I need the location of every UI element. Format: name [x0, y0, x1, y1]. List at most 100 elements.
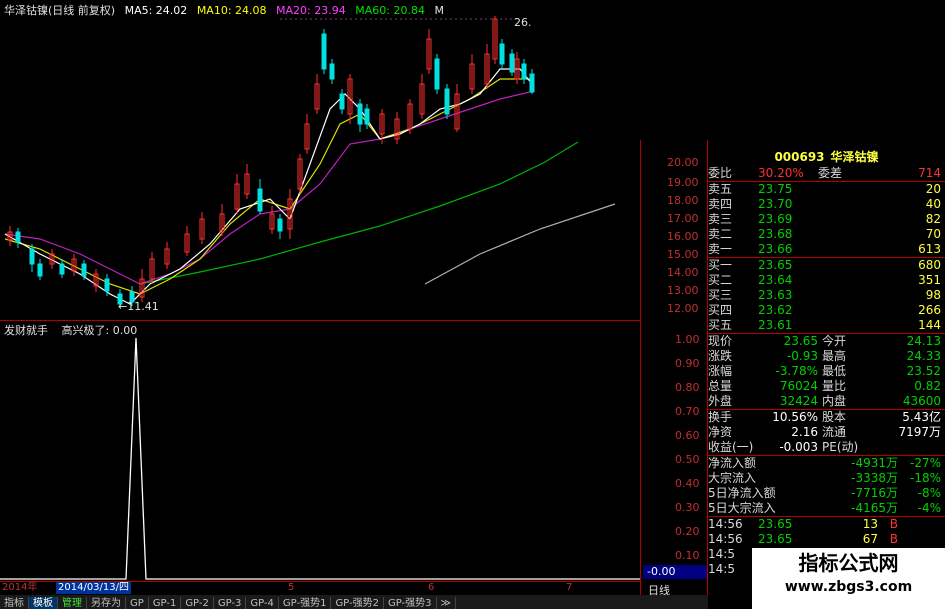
fund-value: 7197万 [898, 425, 941, 439]
bid-row: 买三 23.63 98 [708, 288, 945, 303]
tab-scroll-right[interactable]: ≫ [437, 597, 456, 609]
tick-time: 14:5 [708, 547, 735, 561]
bid-label: 买四 [708, 303, 733, 317]
ask-list: 卖五 23.75 20 卖四 23.70 40 卖三 23.69 82 卖二 23.68 70 卖一 23… [708, 182, 945, 258]
tab-gp-3[interactable]: GP-3 [214, 597, 247, 609]
indicator-tick: 0.30 [675, 501, 700, 514]
fund-value: 2.16 [791, 425, 818, 439]
fund-label: 股本 [822, 410, 847, 424]
ask-label: 卖一 [708, 242, 733, 256]
stat-label: 现价 [708, 334, 733, 348]
tick-time: 14:56 [708, 517, 743, 531]
weibi-value: 30.20% [758, 166, 804, 180]
stat-label: 今开 [822, 334, 847, 348]
fund-label: PE(动) [822, 440, 859, 454]
ask-price: 23.66 [758, 242, 793, 256]
price-tick: 15.00 [667, 248, 699, 261]
bottom-tab-bar: 指标 模板 管理 另存为 GP GP-1 GP-2 GP-3 GP-4 GP-强势1 GP-强势2 G… [0, 595, 708, 609]
weibi-label: 委比 [708, 166, 733, 180]
panel-divider [0, 320, 640, 321]
bid-volume: 98 [925, 288, 941, 302]
flow-value: -7716万 [851, 486, 898, 500]
fund-label: 流通 [822, 425, 847, 439]
ask-volume: 40 [925, 197, 941, 211]
tab-gp-1[interactable]: GP-1 [149, 597, 182, 609]
price-tick: 12.00 [667, 302, 699, 315]
tab-gp-strong-2[interactable]: GP-强势2 [331, 597, 384, 609]
tab-manage[interactable]: 管理 [58, 597, 87, 609]
tab-indicator[interactable]: 指标 [0, 597, 29, 609]
bid-label: 买二 [708, 273, 733, 287]
indicator-tick: 0.40 [675, 477, 700, 490]
axis-border [640, 140, 641, 595]
ask-label: 卖四 [708, 197, 733, 211]
tab-gp[interactable]: GP [126, 597, 149, 609]
fund-value [878, 440, 941, 455]
weibi-row: 委比 30.20% 委差 714 [708, 166, 945, 182]
timeline-date: 2014/03/13/四 [56, 582, 132, 594]
timeline-bar[interactable]: 2014年 2014/03/13/四 5 6 7 [0, 581, 640, 595]
flow-label: 净流入额 [708, 456, 757, 470]
stock-code: 000693 [774, 150, 825, 164]
ask-volume: 70 [925, 227, 941, 241]
bid-label: 买五 [708, 318, 733, 332]
high-price-label: 26. [514, 16, 532, 29]
tick-row: 14:56 23.65 13 B [708, 517, 945, 532]
indicator-tick: 0.70 [675, 405, 700, 418]
ask-row: 卖四 23.70 40 [708, 197, 945, 212]
candlesticks [7, 16, 535, 308]
flow-row: 5日净流入额 -7716万 -8% [708, 486, 945, 501]
stat-row: 外盘 32424 内盘 43600 [708, 394, 945, 409]
price-tick: 19.00 [667, 176, 699, 189]
tab-gp-strong-3[interactable]: GP-强势3 [384, 597, 437, 609]
fund-value: 5.43亿 [902, 410, 941, 424]
tab-gp-4[interactable]: GP-4 [246, 597, 279, 609]
flow-label: 5日大宗流入 [708, 501, 776, 515]
tick-volume: 67 [862, 532, 878, 546]
stat-value: 24.33 [906, 349, 941, 363]
tab-gp-2[interactable]: GP-2 [181, 597, 214, 609]
flow-list: 净流入额 -4931万 -27% 大宗流入 -3338万 -18% 5日净流入额 -7716万… [708, 456, 945, 517]
stat-value: 23.52 [906, 364, 941, 378]
price-tick: 20.00 [667, 156, 699, 169]
quote-panel: 000693 华泽钴镍 委比 30.20% 委差 714 卖五 23.75 20 卖四… [708, 150, 945, 577]
tab-save-as[interactable]: 另存为 [87, 597, 126, 609]
watermark: 指标公式网 www.zbgs3.com [752, 548, 945, 609]
bid-price: 23.65 [758, 258, 793, 272]
weicha-value: 714 [918, 166, 941, 180]
ma20-line [4, 91, 531, 285]
watermark-url: www.zbgs3.com [784, 579, 913, 595]
flow-value: -4165万 [851, 501, 898, 515]
indicator-tick: 0.90 [675, 357, 700, 370]
timeline-year-stub: 2014年 [2, 582, 38, 593]
price-tick: 17.00 [667, 212, 699, 225]
price-tick: 13.00 [667, 284, 699, 297]
stat-value: -3.78% [775, 364, 818, 378]
timeline-month: 5 [288, 582, 295, 593]
stat-value: 23.65 [783, 334, 818, 348]
tab-template[interactable]: 模板 [29, 597, 58, 609]
quote-header: 000693 华泽钴镍 [708, 150, 945, 166]
tick-row: 14:56 23.65 67 B [708, 532, 945, 547]
fund-value: 10.56% [772, 410, 818, 424]
flow-row: 净流入额 -4931万 -27% [708, 456, 945, 471]
ask-price: 23.75 [758, 182, 793, 196]
watermark-title: 指标公式网 [798, 551, 899, 575]
tick-price: 23.65 [758, 517, 793, 531]
stat-row: 涨幅 -3.78% 最低 23.52 [708, 364, 945, 379]
tick-side: B [889, 517, 898, 531]
ma60-line [139, 141, 579, 285]
flow-pct: -8% [917, 486, 941, 500]
tab-gp-strong-1[interactable]: GP-强势1 [279, 597, 332, 609]
ask-row: 卖一 23.66 613 [708, 242, 945, 257]
indicator-chart[interactable] [0, 336, 640, 581]
indicator-current-value: -0.00 [643, 565, 707, 579]
fund-label: 净资 [708, 425, 733, 439]
stock-name: 华泽钴镍 [830, 150, 879, 164]
ask-volume: 82 [925, 212, 941, 226]
bid-list: 买一 23.65 680 买二 23.64 351 买三 23.63 98 买四 23.62 266 买… [708, 258, 945, 334]
stat-label: 量比 [822, 379, 847, 393]
kline-chart[interactable]: 26. ←11.41 [0, 14, 640, 319]
stat-label: 涨幅 [708, 364, 733, 378]
stat-value: 43600 [902, 394, 941, 408]
